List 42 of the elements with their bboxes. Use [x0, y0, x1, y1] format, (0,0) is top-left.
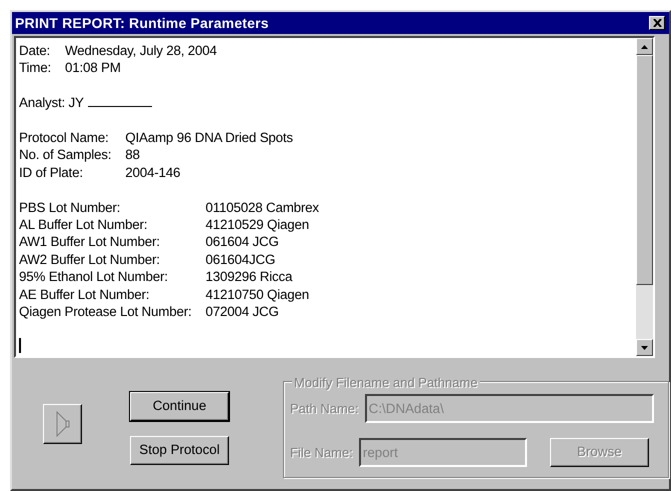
- field-value: 061604JCG: [206, 250, 276, 268]
- text-cursor: [19, 338, 21, 353]
- down-arrow-icon: [641, 346, 648, 350]
- scrollbar[interactable]: [636, 38, 653, 356]
- up-arrow-icon: [641, 44, 648, 48]
- scroll-thumb[interactable]: [636, 55, 653, 285]
- field-label: Time:: [19, 59, 51, 77]
- close-icon: [652, 19, 662, 27]
- field-label: Protocol Name:: [19, 129, 108, 146]
- field-value: 41210750 Qiagen: [206, 286, 309, 304]
- field-value: 072004 JCG: [206, 303, 279, 320]
- field-label: AW1 Buffer Lot Number:: [19, 233, 160, 251]
- field-value: 1309296 Ricca: [206, 268, 292, 286]
- field-label: File Name:: [290, 444, 353, 462]
- dialog-button[interactable]: Stop Protocol: [130, 436, 229, 465]
- field-label: Qiagen Protease Lot Number:: [19, 303, 192, 320]
- scroll-up-button[interactable]: [636, 38, 653, 55]
- field-label: PBS Lot Number:: [19, 198, 120, 216]
- field-label: Date:: [19, 42, 50, 60]
- field-value: QIAamp 96 DNA Dried Spots: [125, 129, 293, 146]
- close-button[interactable]: [649, 16, 665, 30]
- window-title: PRINT REPORT: Runtime Parameters: [15, 14, 269, 32]
- field-label: No. of Samples:: [19, 146, 112, 164]
- field-label: 95% Ethanol Lot Number:: [19, 268, 168, 286]
- scroll-down-button[interactable]: [636, 339, 653, 356]
- field-label: AL Buffer Lot Number:: [19, 216, 148, 234]
- field-value: 061604 JCG: [206, 233, 279, 251]
- field-label: ID of Plate:: [19, 164, 83, 182]
- field-value: 2004-146: [125, 164, 180, 182]
- field-value: 01105028 Cambrex: [206, 198, 319, 216]
- field-label: AW2 Buffer Lot Number:: [19, 250, 160, 268]
- speaker-button[interactable]: [43, 404, 82, 444]
- field-value: 01:08 PM: [64, 59, 121, 77]
- field-value: 41210529 Qiagen: [206, 216, 309, 234]
- speaker-icon: [56, 411, 70, 437]
- report-text-area[interactable]: [14, 36, 655, 358]
- field-label: Path Name:: [290, 400, 359, 418]
- field-value: 88: [125, 146, 140, 164]
- field-value: Wednesday, July 28, 2004: [64, 42, 217, 60]
- field-label: AE Buffer Lot Number:: [19, 286, 150, 304]
- dialog-button[interactable]: Continue: [130, 392, 229, 421]
- analyst-label: Analyst: JY: [19, 94, 84, 112]
